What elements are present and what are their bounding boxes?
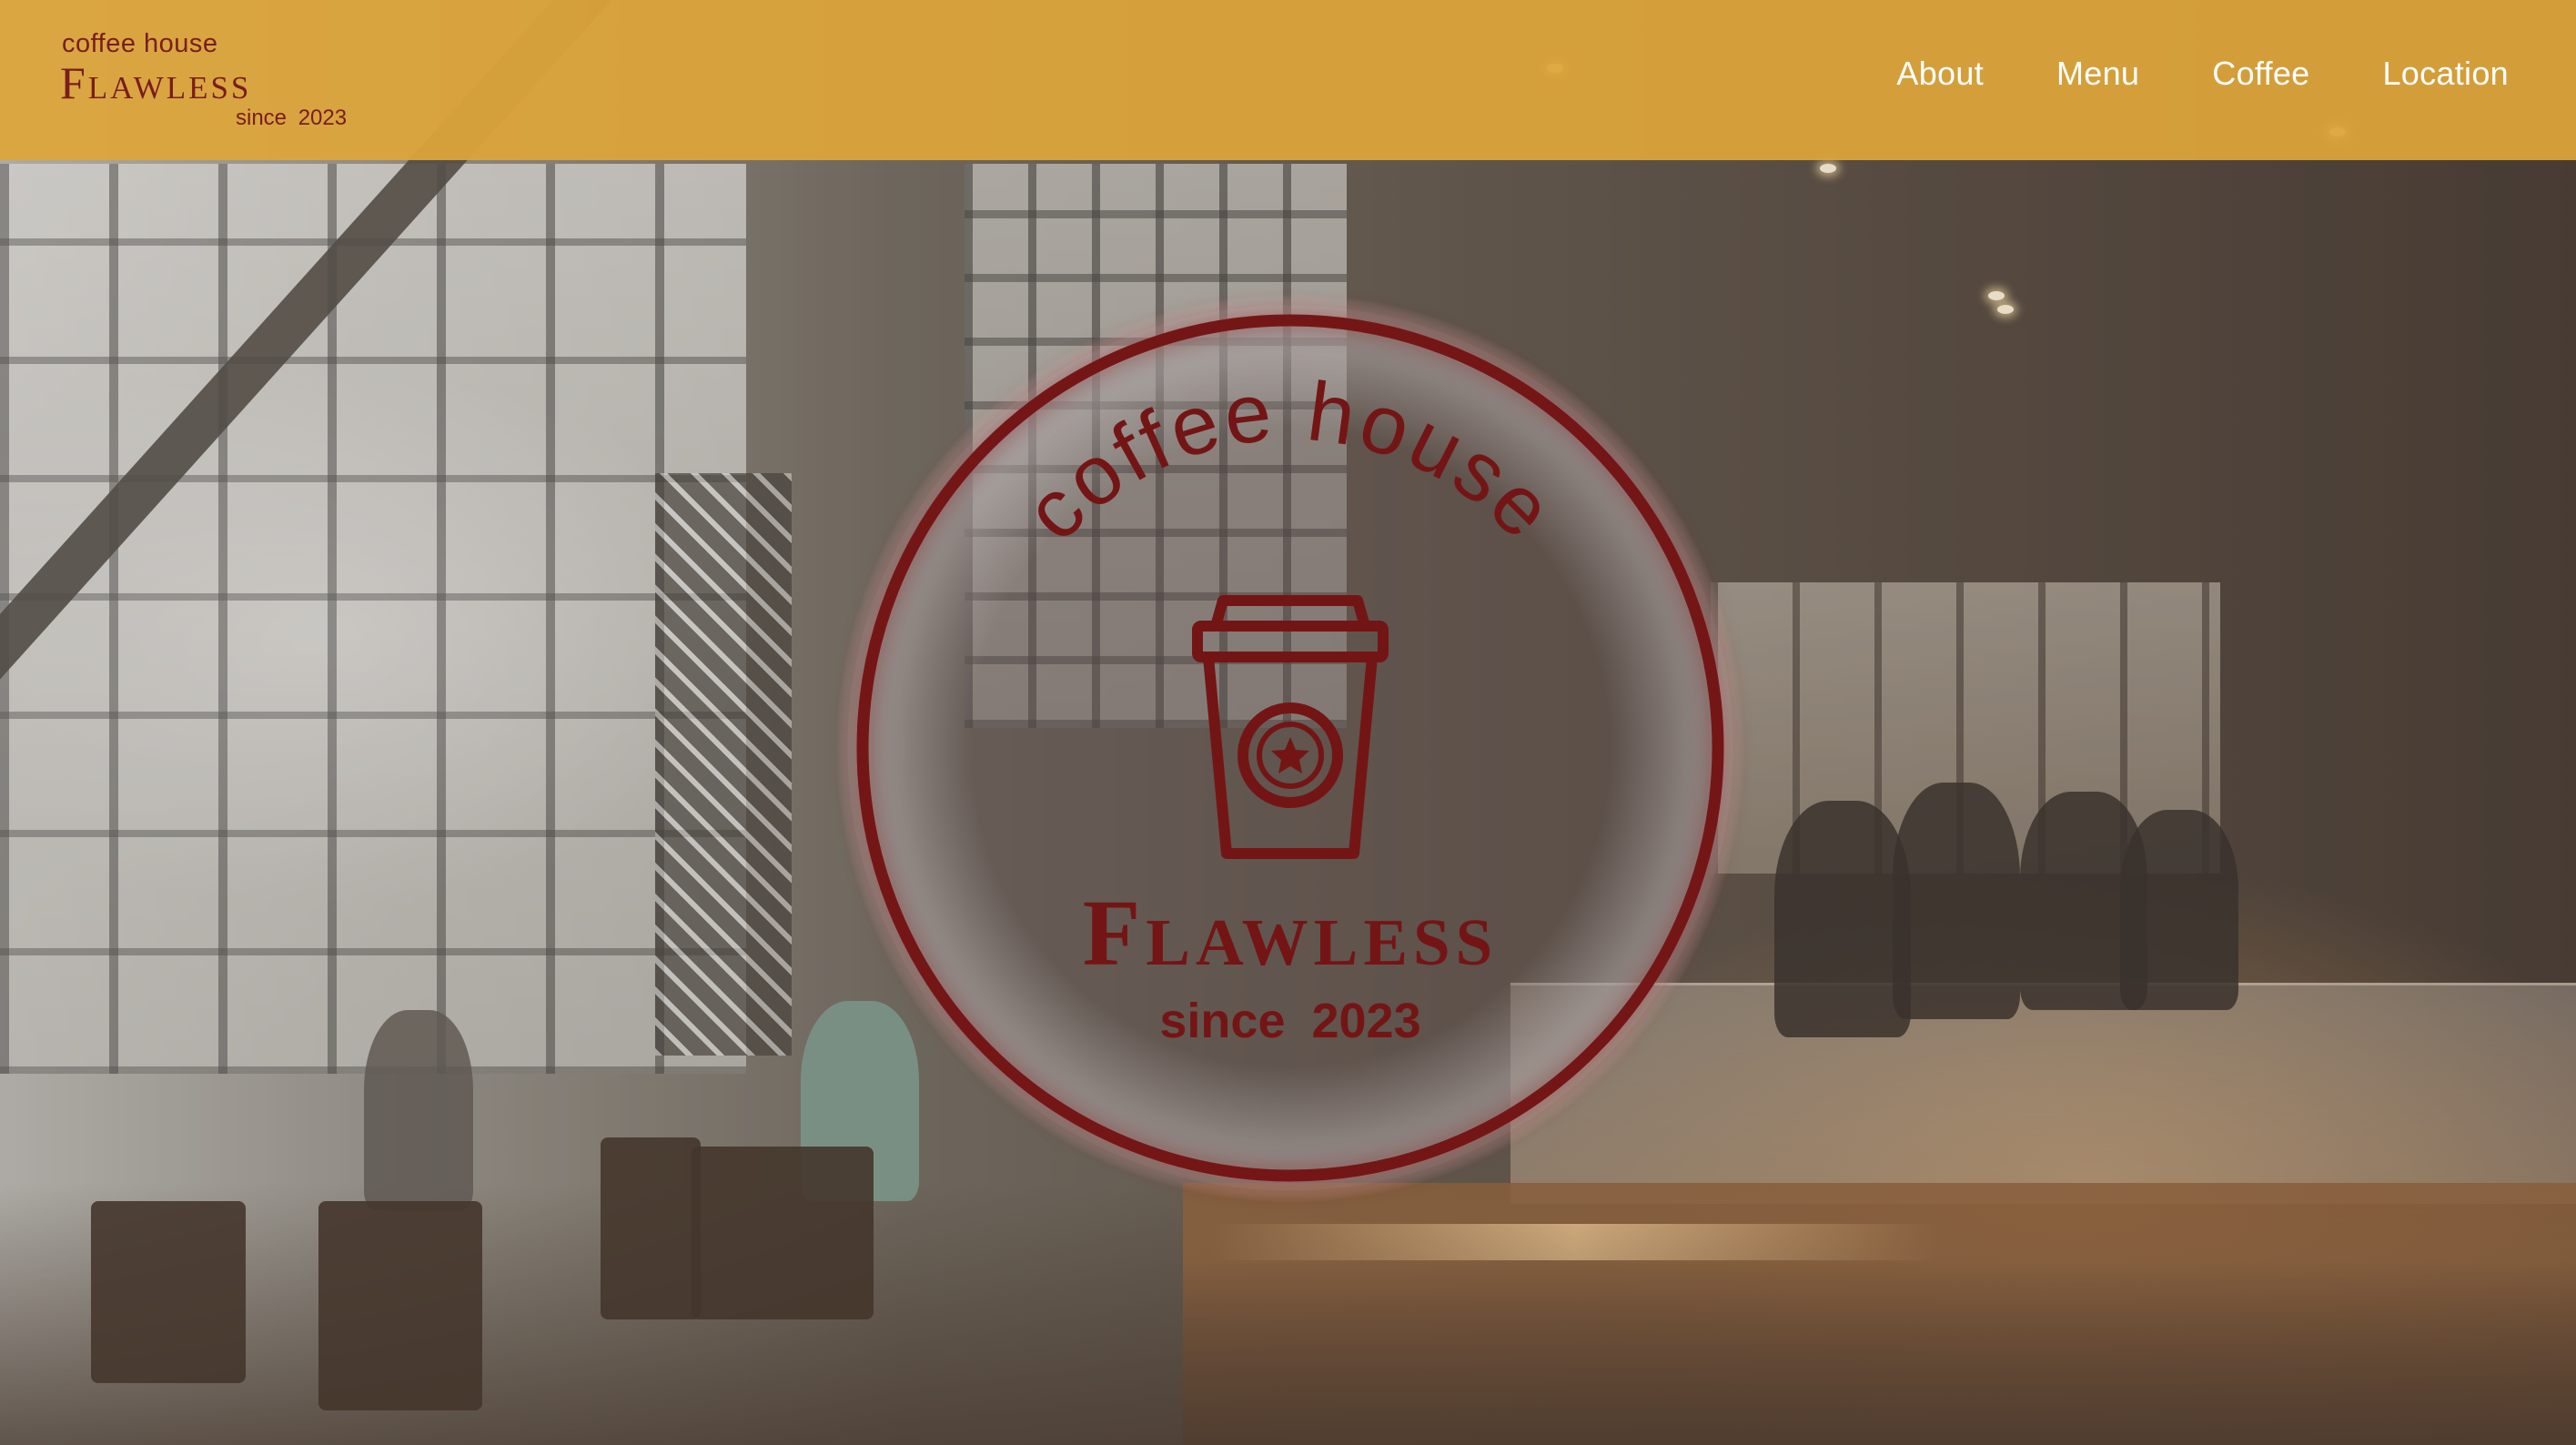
nav-link-coffee[interactable]: Coffee [2212, 55, 2309, 93]
nav-link-about[interactable]: About [1896, 55, 1984, 93]
hero-emblem: coffee house Flawless since 2023 [835, 293, 1745, 1203]
main-nav: About Menu Coffee Location [1896, 55, 2509, 93]
emblem-graphic: coffee house Flawless since 2023 [835, 293, 1745, 1203]
nav-link-location[interactable]: Location [2382, 55, 2509, 93]
brand-logo[interactable]: coffee house Flawless since 2023 [60, 27, 360, 136]
emblem-since: since 2023 [1159, 994, 1420, 1048]
brand-name: Flawless [60, 57, 252, 108]
brand-tagline: coffee house [62, 29, 218, 58]
emblem-name: Flawless [1083, 881, 1498, 985]
nav-link-menu[interactable]: Menu [2056, 55, 2139, 93]
top-navbar: coffee house Flawless since 2023 About M… [0, 0, 2576, 160]
brand-since: since 2023 [236, 106, 348, 130]
